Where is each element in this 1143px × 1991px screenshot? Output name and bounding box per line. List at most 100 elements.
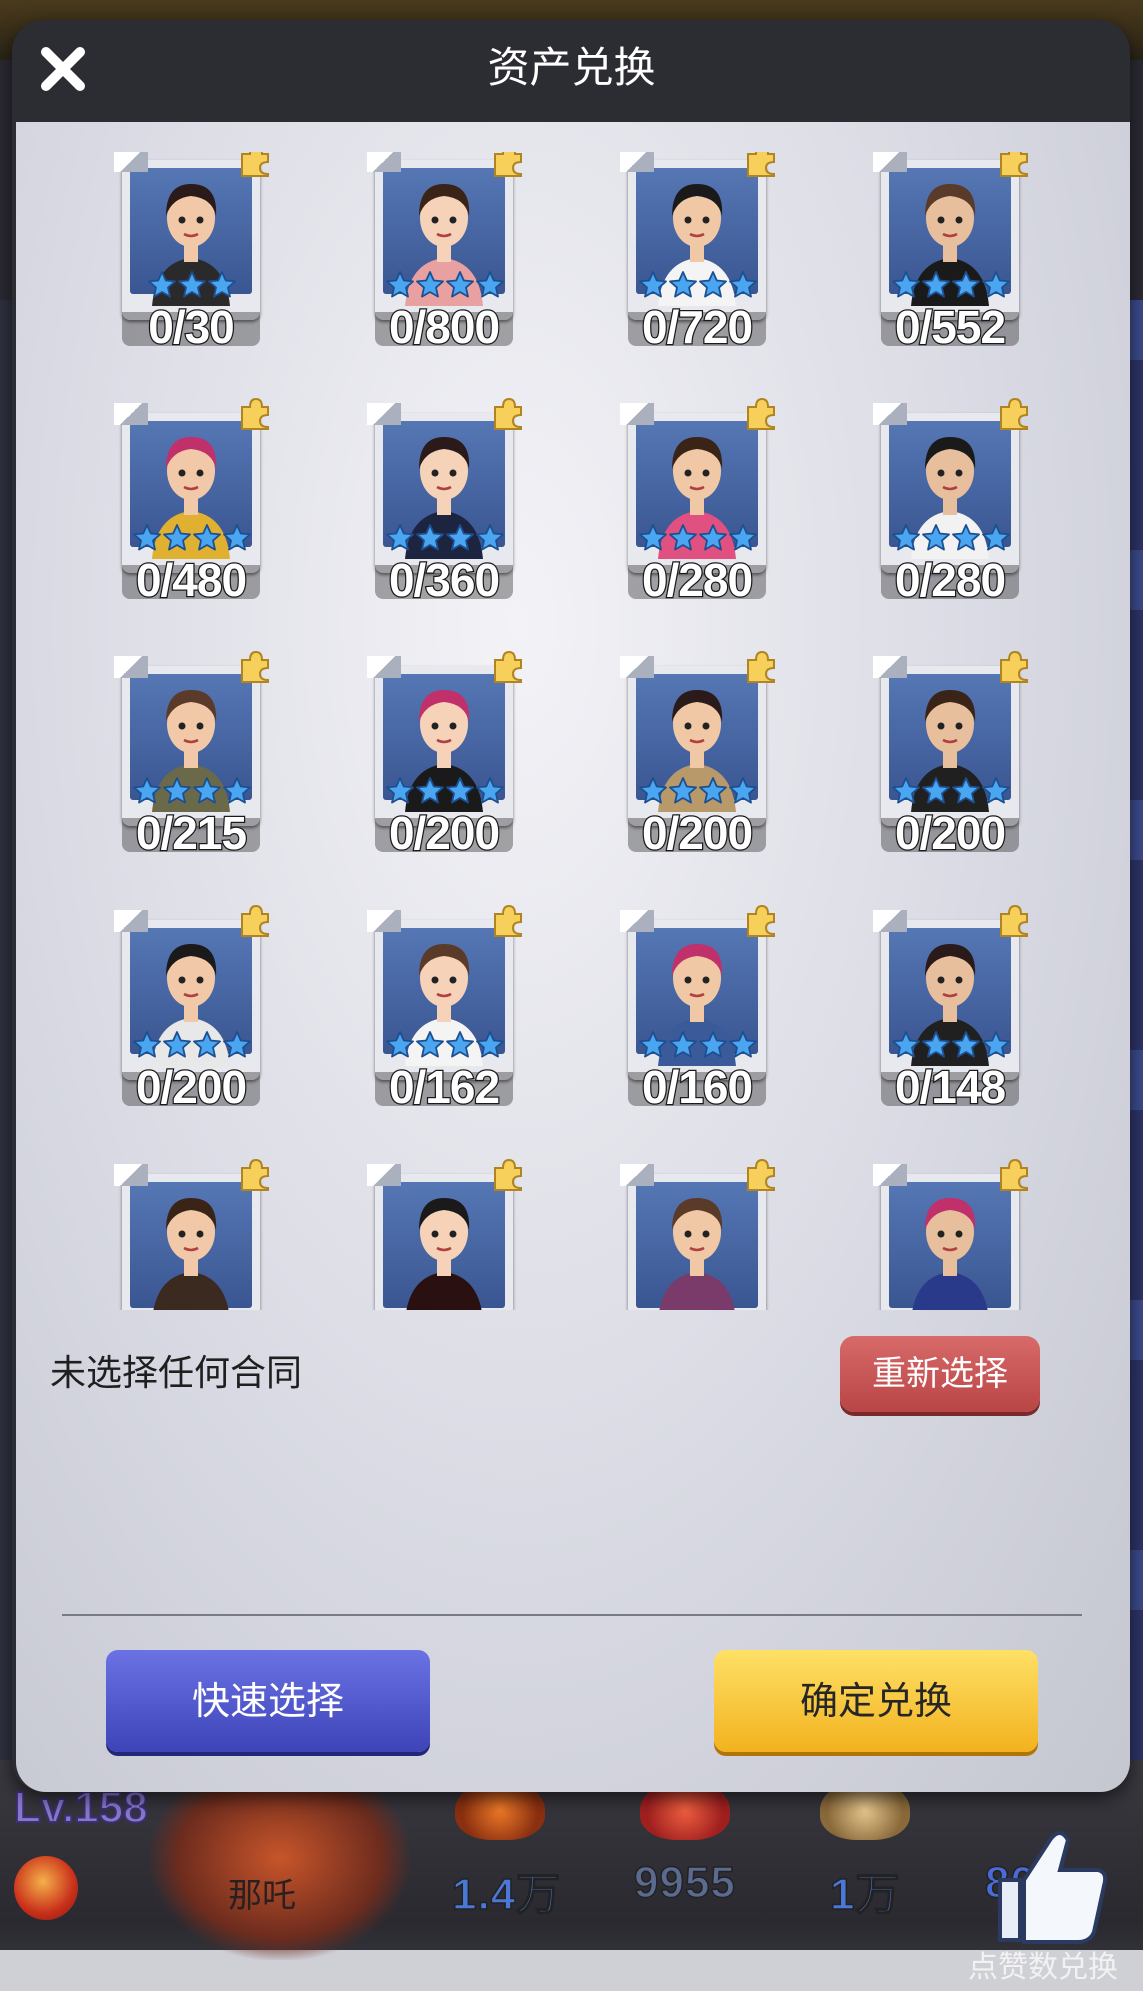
character-avatar-icon	[406, 1198, 482, 1310]
resource-book-value: 1万	[829, 1869, 901, 1920]
contract-card[interactable]: 0/215	[114, 650, 269, 860]
star-rating	[132, 776, 252, 806]
star-icon	[639, 1031, 667, 1058]
contract-count: 0/280	[641, 553, 755, 608]
star-icon	[699, 524, 727, 551]
puzzle-piece-icon	[747, 397, 775, 430]
contract-count: 0/280	[894, 553, 1008, 608]
contract-card[interactable]: 0/200	[620, 650, 775, 860]
confirm-exchange-button[interactable]: 确定兑换	[714, 1650, 1038, 1752]
star-icon	[446, 524, 474, 551]
contract-card[interactable]: 0/280	[873, 397, 1028, 607]
star-icon	[223, 777, 251, 804]
star-icon	[193, 524, 221, 551]
puzzle-piece-icon	[747, 1158, 775, 1191]
puzzle-piece-icon	[1000, 650, 1028, 683]
puzzle-piece-icon	[1000, 904, 1028, 937]
star-icon	[148, 271, 176, 298]
star-rating	[132, 270, 252, 300]
star-icon	[982, 271, 1010, 298]
like-exchange-label[interactable]: 点赞数兑换	[968, 1942, 1118, 1986]
star-rating	[638, 270, 758, 300]
star-icon	[669, 1031, 697, 1058]
puzzle-piece-icon	[494, 1158, 522, 1191]
star-icon	[193, 1031, 221, 1058]
contract-count: 0/200	[135, 1060, 249, 1115]
contract-card[interactable]: 0/480	[114, 397, 269, 607]
star-rating	[385, 1030, 505, 1060]
contract-card[interactable]: 0/148	[873, 904, 1028, 1114]
contract-card[interactable]: 0/200	[367, 650, 522, 860]
star-rating	[385, 776, 505, 806]
puzzle-piece-icon	[241, 1158, 269, 1191]
star-icon	[163, 524, 191, 551]
star-icon	[223, 1031, 251, 1058]
contract-card-grid[interactable]: 0/30 0/800 0/720 0/552 0/480 0/360 0/280 0/280 0…	[16, 152, 1130, 1310]
star-icon	[386, 777, 414, 804]
star-rating	[891, 270, 1011, 300]
star-icon	[476, 777, 504, 804]
puzzle-piece-icon	[241, 650, 269, 683]
quick-select-button[interactable]: 快速选择	[106, 1650, 430, 1752]
contract-card[interactable]: 0/162	[367, 904, 522, 1114]
star-icon	[178, 271, 206, 298]
star-icon	[476, 1031, 504, 1058]
star-icon	[639, 524, 667, 551]
star-icon	[163, 777, 191, 804]
star-icon	[952, 777, 980, 804]
star-icon	[669, 777, 697, 804]
star-icon	[223, 524, 251, 551]
divider	[62, 1614, 1082, 1616]
close-icon[interactable]	[38, 44, 88, 94]
contract-count: 0/360	[388, 553, 502, 608]
star-icon	[446, 1031, 474, 1058]
dialog-body: 0/30 0/800 0/720 0/552 0/480 0/360 0/280 0/280 0…	[16, 122, 1130, 1792]
star-icon	[892, 271, 920, 298]
contract-card[interactable]	[114, 1158, 269, 1310]
puzzle-piece-icon	[241, 904, 269, 937]
star-icon	[639, 271, 667, 298]
star-icon	[446, 271, 474, 298]
star-icon	[729, 1031, 757, 1058]
contract-count: 0/720	[641, 300, 755, 355]
dialog-title: 资产兑换	[487, 43, 656, 92]
star-rating	[891, 776, 1011, 806]
contract-count: 0/800	[388, 300, 502, 355]
puzzle-piece-icon	[241, 152, 269, 177]
contract-card[interactable]: 0/280	[620, 397, 775, 607]
contract-count: 0/148	[894, 1060, 1008, 1115]
star-icon	[416, 524, 444, 551]
star-icon	[476, 524, 504, 551]
contract-card[interactable]: 0/200	[114, 904, 269, 1114]
contract-card[interactable]: 0/200	[873, 650, 1028, 860]
contract-card[interactable]: 0/160	[620, 904, 775, 1114]
coin-icon[interactable]	[14, 1856, 78, 1920]
star-icon	[922, 271, 950, 298]
star-icon	[193, 777, 221, 804]
contract-card[interactable]: 0/30	[114, 152, 269, 354]
puzzle-piece-icon	[747, 650, 775, 683]
contract-card[interactable]	[873, 1158, 1028, 1310]
reselect-button[interactable]: 重新选择	[840, 1336, 1040, 1412]
contract-count: 0/160	[641, 1060, 755, 1115]
star-icon	[386, 524, 414, 551]
contract-card[interactable]: 0/720	[620, 152, 775, 354]
contract-card[interactable]	[367, 1158, 522, 1310]
star-icon	[922, 1031, 950, 1058]
contract-card[interactable]: 0/552	[873, 152, 1028, 354]
contract-count: 0/200	[388, 806, 502, 861]
contract-count: 0/480	[135, 553, 249, 608]
star-icon	[699, 271, 727, 298]
contract-count: 0/200	[641, 806, 755, 861]
contract-count: 0/200	[894, 806, 1008, 861]
thumbs-up-icon[interactable]	[990, 1820, 1110, 1950]
contract-card[interactable]: 0/360	[367, 397, 522, 607]
star-icon	[416, 271, 444, 298]
contract-card[interactable]: 0/800	[367, 152, 522, 354]
star-icon	[416, 777, 444, 804]
star-icon	[133, 777, 161, 804]
contract-card[interactable]	[620, 1158, 775, 1310]
star-rating	[132, 1030, 252, 1060]
star-icon	[133, 524, 161, 551]
star-icon	[952, 271, 980, 298]
